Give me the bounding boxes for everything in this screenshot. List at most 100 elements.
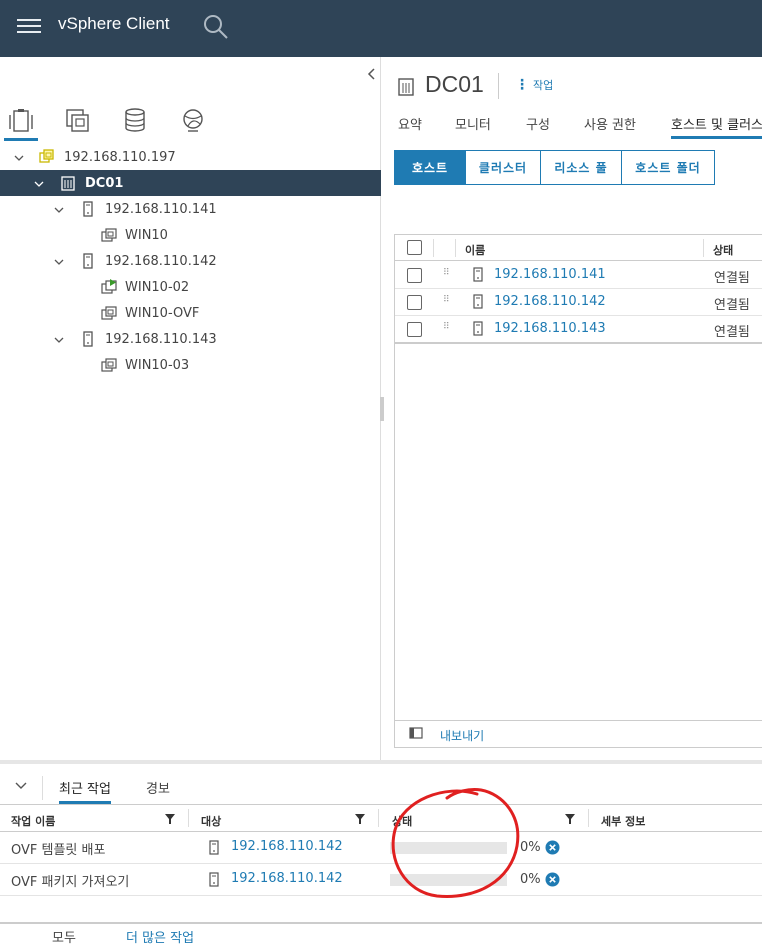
column-toggle-icon[interactable] (409, 727, 423, 739)
storage-icon[interactable] (118, 105, 152, 141)
host-state: 연결됨 (714, 271, 750, 286)
row-checkbox[interactable] (407, 295, 422, 310)
page-title: DC01 (425, 71, 484, 97)
table-row[interactable]: OVF 템플릿 배포 192.168.110.142 0% (0, 832, 762, 864)
host-icon (473, 321, 483, 336)
tree-item-datacenter[interactable]: DC01 (0, 170, 381, 196)
drag-handle-icon[interactable]: ⠿ (443, 322, 450, 332)
tab-configure[interactable]: 구성 (526, 114, 550, 133)
tree-item-label: 192.168.110.142 (105, 253, 217, 269)
tree-item-vm[interactable]: WIN10-02 (0, 274, 381, 300)
tree-item-host[interactable]: 192.168.110.141 (0, 196, 381, 222)
column-header-state[interactable]: 상태 (713, 242, 733, 258)
chevron-down-icon[interactable] (14, 153, 24, 163)
collapse-pane-icon[interactable] (365, 67, 379, 81)
chevron-down-icon[interactable] (34, 179, 44, 189)
search-icon[interactable] (203, 14, 229, 40)
vm-icon (101, 358, 117, 372)
column-header-target[interactable]: 대상 (201, 813, 221, 829)
select-all-checkbox[interactable] (407, 240, 422, 255)
filter-all-label[interactable]: 모두 (52, 927, 76, 946)
cancel-task-icon[interactable] (545, 840, 560, 855)
tab-permissions[interactable]: 사용 권한 (584, 114, 636, 133)
drag-handle-icon[interactable]: ⠿ (443, 268, 450, 278)
task-target-link[interactable]: 192.168.110.142 (231, 839, 343, 854)
tree-item-label: 192.168.110.143 (105, 331, 217, 347)
host-icon (83, 331, 93, 347)
tasks-footer: 모두 더 많은 작업 (0, 922, 762, 946)
tab-monitor[interactable]: 모니터 (455, 114, 491, 133)
grid-header: 이름 상태 (395, 235, 762, 261)
export-button[interactable]: 내보내기 (440, 727, 484, 744)
chevron-down-icon[interactable] (54, 335, 64, 345)
host-icon (473, 294, 483, 309)
host-link[interactable]: 192.168.110.143 (494, 321, 606, 336)
task-progress-bar (390, 874, 507, 886)
host-link[interactable]: 192.168.110.142 (494, 294, 606, 309)
tab-recent-tasks[interactable]: 최근 작업 (59, 778, 111, 804)
table-row[interactable]: ⠿ 192.168.110.141 연결됨 (395, 262, 762, 289)
host-icon (209, 840, 219, 855)
column-header-name[interactable]: 이름 (465, 242, 485, 258)
host-link[interactable]: 192.168.110.141 (494, 267, 606, 282)
host-state: 연결됨 (714, 298, 750, 313)
content-pane: DC01 ⋮ 작업 요약 모니터 구성 사용 권한 호스트 및 클러스 호스트 … (383, 57, 762, 760)
tab-summary[interactable]: 요약 (398, 114, 422, 133)
menu-icon[interactable] (17, 15, 41, 37)
tree-item-vm[interactable]: WIN10-03 (0, 352, 381, 378)
task-percent: 0% (520, 840, 541, 855)
datacenter-icon (61, 176, 75, 191)
table-row[interactable]: ⠿ 192.168.110.143 연결됨 (395, 316, 762, 344)
filter-icon[interactable] (355, 814, 365, 824)
segment-clusters[interactable]: 클러스터 (465, 150, 541, 185)
host-icon (83, 201, 93, 217)
hosts-grid: 이름 상태 ⠿ 192.168.110.141 연결됨 ⠿ 192.168.11… (394, 234, 762, 748)
row-checkbox[interactable] (407, 322, 422, 337)
table-row[interactable]: OVF 패키지 가져오기 192.168.110.142 0% (0, 864, 762, 896)
app-title[interactable]: vSphere Client (58, 14, 170, 34)
recent-tasks-panel: 최근 작업 경보 작업 이름 대상 상태 세부 정보 OVF 템플릿 배포 19… (0, 760, 762, 946)
top-bar: vSphere Client (0, 0, 762, 57)
tree-item-vcenter[interactable]: 192.168.110.197 (0, 144, 381, 170)
networking-icon[interactable] (176, 105, 210, 141)
tab-hosts-and-clusters[interactable]: 호스트 및 클러스 (671, 114, 762, 139)
host-state: 연결됨 (714, 325, 750, 340)
host-icon (83, 253, 93, 269)
tree-item-label: 192.168.110.197 (64, 149, 176, 165)
vms-and-templates-icon[interactable] (60, 105, 94, 141)
chevron-down-icon[interactable] (54, 257, 64, 267)
tree-item-host[interactable]: 192.168.110.143 (0, 326, 381, 352)
vm-icon (101, 306, 117, 320)
tree-item-label: DC01 (85, 175, 124, 191)
object-tabs: 요약 모니터 구성 사용 권한 호스트 및 클러스 (383, 112, 762, 140)
tree-item-label: WIN10-OVF (125, 305, 200, 321)
host-icon (209, 872, 219, 887)
filter-icon[interactable] (165, 814, 175, 824)
hosts-and-clusters-icon[interactable] (4, 105, 38, 141)
column-header-task-name[interactable]: 작업 이름 (11, 813, 55, 829)
cancel-task-icon[interactable] (545, 872, 560, 887)
more-tasks-link[interactable]: 더 많은 작업 (126, 927, 194, 946)
column-header-status[interactable]: 상태 (392, 813, 412, 829)
tree-item-vm[interactable]: WIN10-OVF (0, 300, 381, 326)
tasks-table: 작업 이름 대상 상태 세부 정보 OVF 템플릿 배포 192.168.110… (0, 804, 762, 946)
row-checkbox[interactable] (407, 268, 422, 283)
actions-menu[interactable]: ⋮ 작업 (515, 77, 553, 93)
filter-icon[interactable] (565, 814, 575, 824)
segment-host-folders[interactable]: 호스트 폴더 (621, 150, 715, 185)
drag-handle-icon[interactable]: ⠿ (443, 295, 450, 305)
divider (498, 73, 499, 99)
table-row[interactable]: ⠿ 192.168.110.142 연결됨 (395, 289, 762, 316)
task-target-link[interactable]: 192.168.110.142 (231, 871, 343, 886)
chevron-down-icon[interactable] (54, 205, 64, 215)
task-progress-bar (390, 842, 507, 854)
segment-resource-pools[interactable]: 리소스 풀 (540, 150, 622, 185)
tab-alarms[interactable]: 경보 (146, 778, 170, 797)
chevron-down-icon[interactable] (15, 781, 27, 791)
actions-label: 작업 (533, 79, 554, 92)
vm-icon (101, 228, 117, 242)
tree-item-vm[interactable]: WIN10 (0, 222, 381, 248)
column-header-details[interactable]: 세부 정보 (601, 813, 645, 829)
tree-item-host[interactable]: 192.168.110.142 (0, 248, 381, 274)
segment-hosts[interactable]: 호스트 (394, 150, 466, 185)
